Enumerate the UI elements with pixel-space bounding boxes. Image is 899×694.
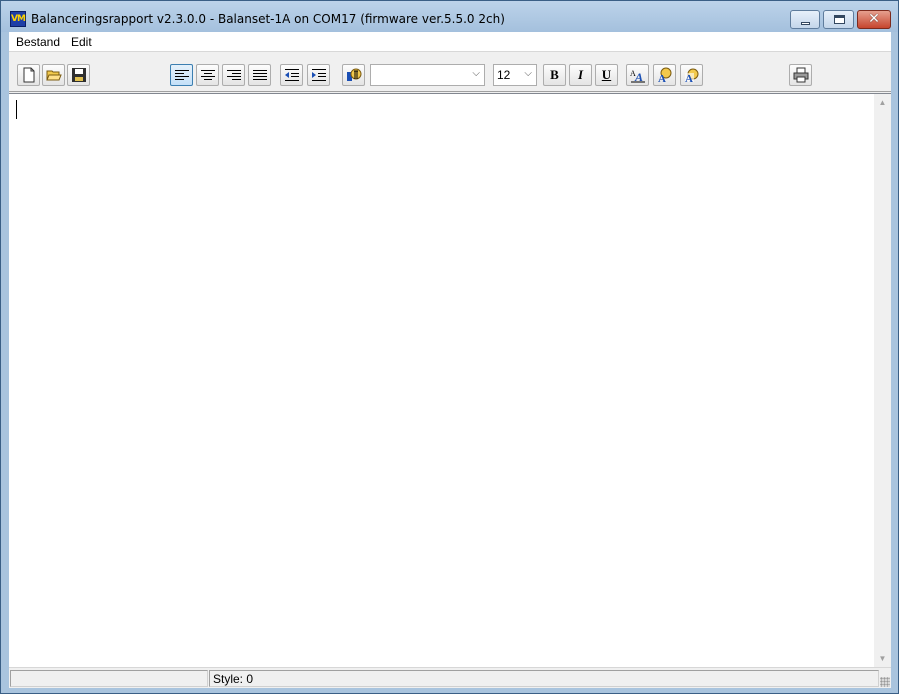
client-area: Bestand Edit ⌵ 12 ⌵ B I U A A A A ▲ ▼ St… [9, 32, 891, 688]
close-button[interactable]: ✕ [857, 10, 891, 29]
rich-text-editor[interactable]: ▲ ▼ [9, 93, 891, 667]
text-color-icon: A [658, 67, 672, 83]
open-folder-icon [46, 70, 62, 81]
maximize-icon [834, 15, 845, 24]
align-center-icon [201, 70, 215, 80]
svg-text:A: A [685, 73, 693, 83]
paragraph-icon [347, 68, 362, 81]
scroll-up-icon[interactable]: ▲ [874, 94, 891, 111]
vertical-scrollbar[interactable]: ▲ ▼ [874, 94, 891, 667]
bold-label: B [550, 67, 559, 82]
font-size-value: 12 [497, 68, 511, 82]
decrease-indent-button[interactable] [280, 64, 303, 86]
italic-label: I [577, 67, 584, 82]
increase-indent-icon [312, 69, 326, 81]
minimize-button[interactable] [790, 10, 820, 29]
app-logo-icon: VM [10, 11, 26, 27]
align-justify-icon [253, 70, 267, 80]
svg-text:A: A [634, 70, 643, 83]
font-size-select[interactable]: 12 ⌵ [493, 64, 537, 86]
window-title: Balanceringsrapport v2.3.0.0 - Balanset-… [31, 12, 505, 26]
minimize-icon [801, 22, 810, 25]
app-window: VM Balanceringsrapport v2.3.0.0 - Balans… [0, 0, 899, 694]
print-button[interactable] [789, 64, 812, 86]
open-button[interactable] [42, 64, 65, 86]
status-style-text: Style: 0 [213, 672, 254, 686]
underline-label: U [601, 67, 612, 82]
paragraph-button[interactable] [342, 64, 365, 86]
menu-bestand[interactable]: Bestand [16, 35, 60, 49]
chevron-down-icon: ⌵ [524, 68, 532, 79]
align-left-icon [175, 70, 189, 80]
bold-button[interactable]: B [543, 64, 566, 86]
font-name-select[interactable]: ⌵ [370, 64, 485, 86]
font-icon: A A [630, 69, 645, 83]
print-icon [793, 67, 809, 83]
align-justify-button[interactable] [248, 64, 271, 86]
align-right-icon [227, 70, 241, 80]
title-bar[interactable]: VM Balanceringsrapport v2.3.0.0 - Balans… [1, 1, 898, 32]
menu-edit[interactable]: Edit [71, 35, 92, 49]
chevron-down-icon: ⌵ [472, 68, 480, 79]
align-right-button[interactable] [222, 64, 245, 86]
text-caret [16, 100, 17, 119]
align-left-button[interactable] [170, 64, 193, 86]
svg-text:A: A [658, 73, 666, 83]
underline-button[interactable]: U [595, 64, 618, 86]
decrease-indent-icon [285, 69, 299, 81]
font-button[interactable]: A A [626, 64, 649, 86]
status-panel-style: Style: 0 [209, 670, 879, 687]
status-bar: Style: 0 [9, 667, 891, 688]
align-center-button[interactable] [196, 64, 219, 86]
menu-bar: Bestand Edit [9, 32, 891, 51]
maximize-button[interactable] [823, 10, 854, 29]
italic-button[interactable]: I [569, 64, 592, 86]
save-icon [72, 68, 86, 82]
text-color-button[interactable]: A [653, 64, 676, 86]
background-color-button[interactable]: A [680, 64, 703, 86]
status-panel-1 [10, 670, 208, 687]
scroll-down-icon[interactable]: ▼ [874, 650, 891, 667]
increase-indent-button[interactable] [307, 64, 330, 86]
resize-grip-icon[interactable] [880, 677, 890, 687]
close-icon: ✕ [868, 11, 880, 27]
new-button[interactable] [17, 64, 40, 86]
save-button[interactable] [67, 64, 90, 86]
background-color-icon: A [685, 68, 699, 83]
new-document-icon [23, 67, 35, 83]
toolbar: ⌵ 12 ⌵ B I U A A A A [9, 51, 891, 92]
